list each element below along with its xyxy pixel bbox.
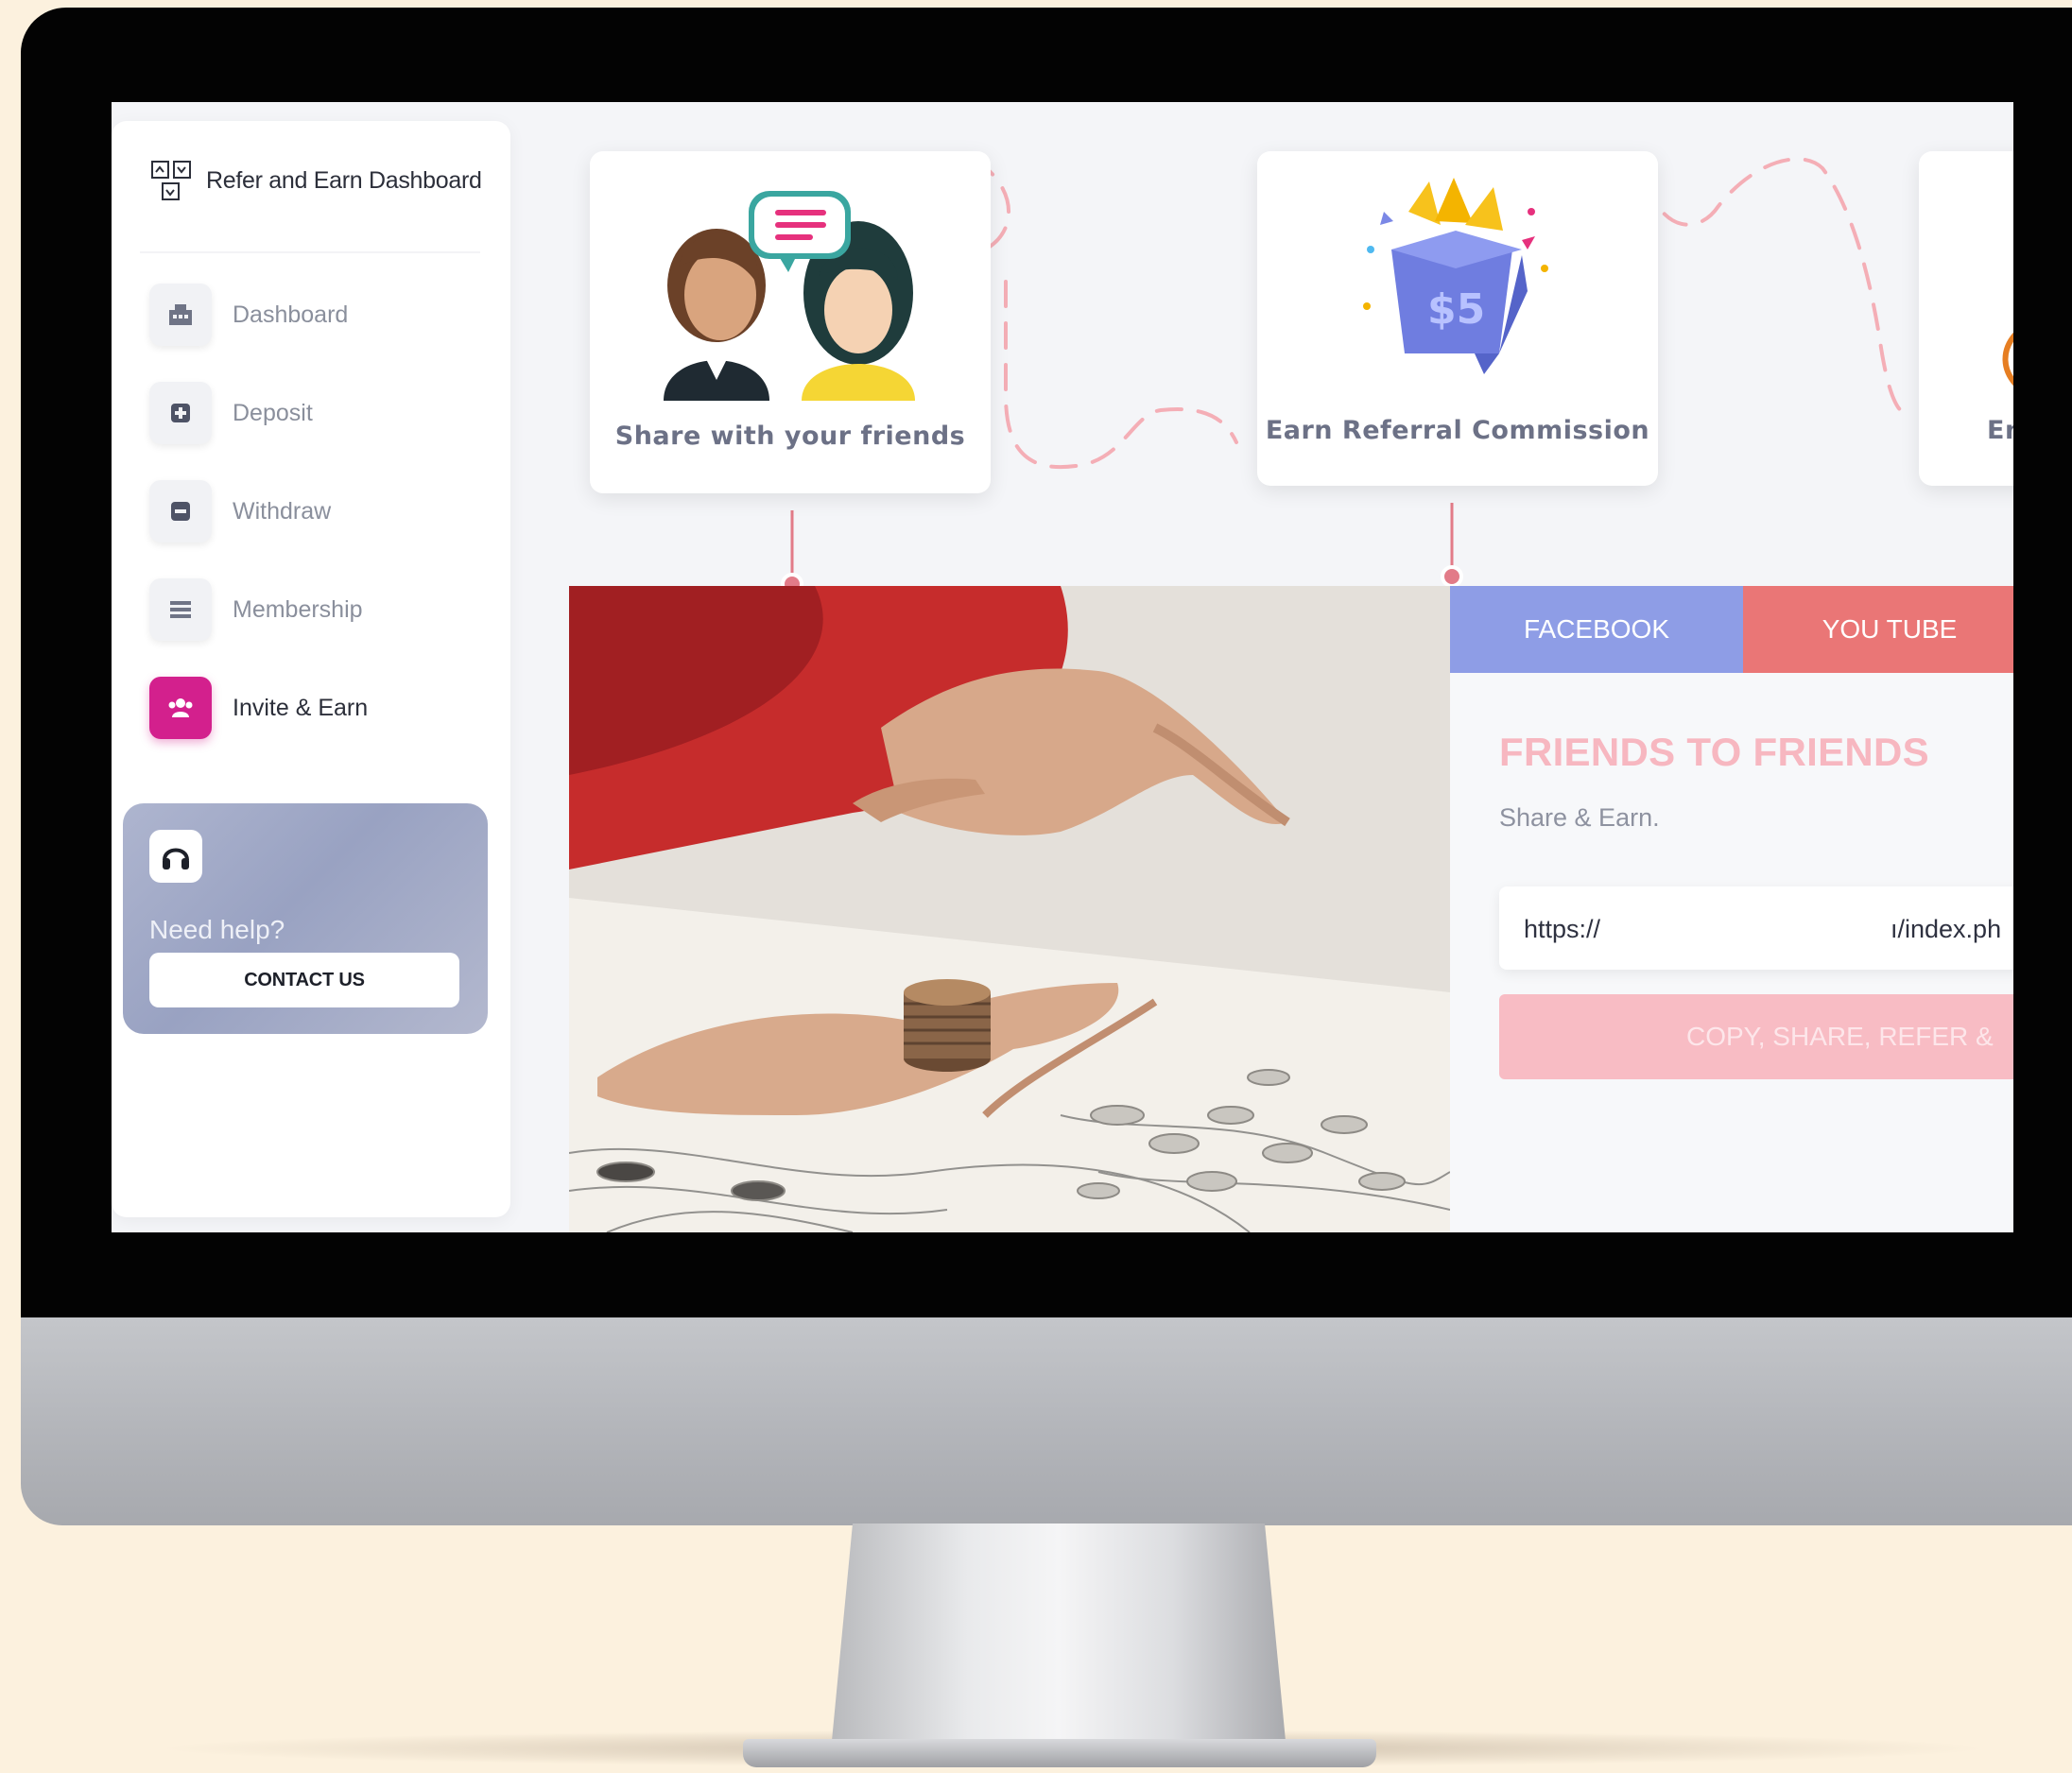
step-card-share: Share with your friends	[590, 151, 991, 493]
help-card: Need help? CONTACT US	[123, 803, 488, 1034]
sidebar-item-label: Invite & Earn	[233, 694, 369, 721]
copy-share-button[interactable]: COPY, SHARE, REFER &	[1499, 994, 2013, 1079]
gift-box-illustration: $5	[1363, 178, 1548, 374]
referral-url-field[interactable]: https:// ı/index.ph	[1499, 886, 2013, 970]
monitor-stand	[832, 1523, 1286, 1741]
list-icon	[149, 578, 212, 641]
step-label: Share with your friends	[614, 422, 966, 451]
tab-facebook[interactable]: FACEBOOK	[1450, 586, 1743, 673]
sidebar-item-invite-earn[interactable]: Invite & Earn	[149, 677, 368, 739]
monitor-chin	[21, 1317, 2072, 1525]
brand[interactable]: Refer and Earn Dashboard	[149, 159, 482, 202]
headphones-icon	[149, 830, 202, 883]
step-card-third: En	[1919, 151, 2013, 486]
share-subtitle: Share & Earn.	[1499, 803, 1660, 832]
divider	[140, 251, 480, 253]
sidebar-item-deposit[interactable]: Deposit	[149, 382, 313, 444]
plus-square-icon	[149, 382, 212, 444]
sidebar-item-dashboard[interactable]: Dashboard	[149, 284, 348, 346]
referral-url-end: ı/index.ph	[1891, 915, 2002, 943]
share-title: FRIENDS TO FRIENDS	[1499, 730, 1929, 774]
users-icon	[149, 677, 212, 739]
referral-logo-icon	[151, 161, 191, 200]
sidebar-item-label: Deposit	[233, 399, 313, 426]
friends-chat-illustration	[664, 191, 915, 401]
coins-photo	[569, 586, 1450, 1232]
sidebar-item-withdraw[interactable]: Withdraw	[149, 480, 331, 542]
sidebar-item-label: Membership	[233, 595, 363, 623]
help-text: Need help?	[149, 915, 285, 944]
monitor-stand-base	[743, 1739, 1376, 1767]
coin-stack	[904, 979, 991, 1072]
tab-youtube[interactable]: YOU TUBE	[1743, 586, 2013, 673]
sidebar-item-membership[interactable]: Membership	[149, 578, 363, 641]
step-card-commission: $5 Earn Referral Commission	[1257, 151, 1658, 486]
step-label: Earn Referral Commission	[1265, 416, 1650, 445]
contact-us-button[interactable]: CONTACT US	[149, 953, 459, 1007]
coins-hands-image	[569, 586, 1450, 1232]
referral-url-start: https://	[1524, 915, 1601, 943]
step-label: En	[1987, 416, 2013, 445]
sidebar: Refer and Earn Dashboard Dashboard Depos…	[112, 121, 510, 1217]
partial-illustration	[2002, 333, 2013, 386]
minus-square-icon	[149, 480, 212, 542]
sidebar-item-label: Withdraw	[233, 497, 332, 525]
gift-badge-text: $5	[1427, 285, 1485, 334]
dashboard-icon	[149, 284, 212, 346]
sidebar-item-label: Dashboard	[233, 301, 349, 328]
screen: Refer and Earn Dashboard Dashboard Depos…	[112, 102, 2013, 1232]
brand-title: Refer and Earn Dashboard	[206, 166, 482, 194]
share-panel: FACEBOOK YOU TUBE FRIENDS TO FRIENDS Sha…	[1450, 586, 2013, 1232]
